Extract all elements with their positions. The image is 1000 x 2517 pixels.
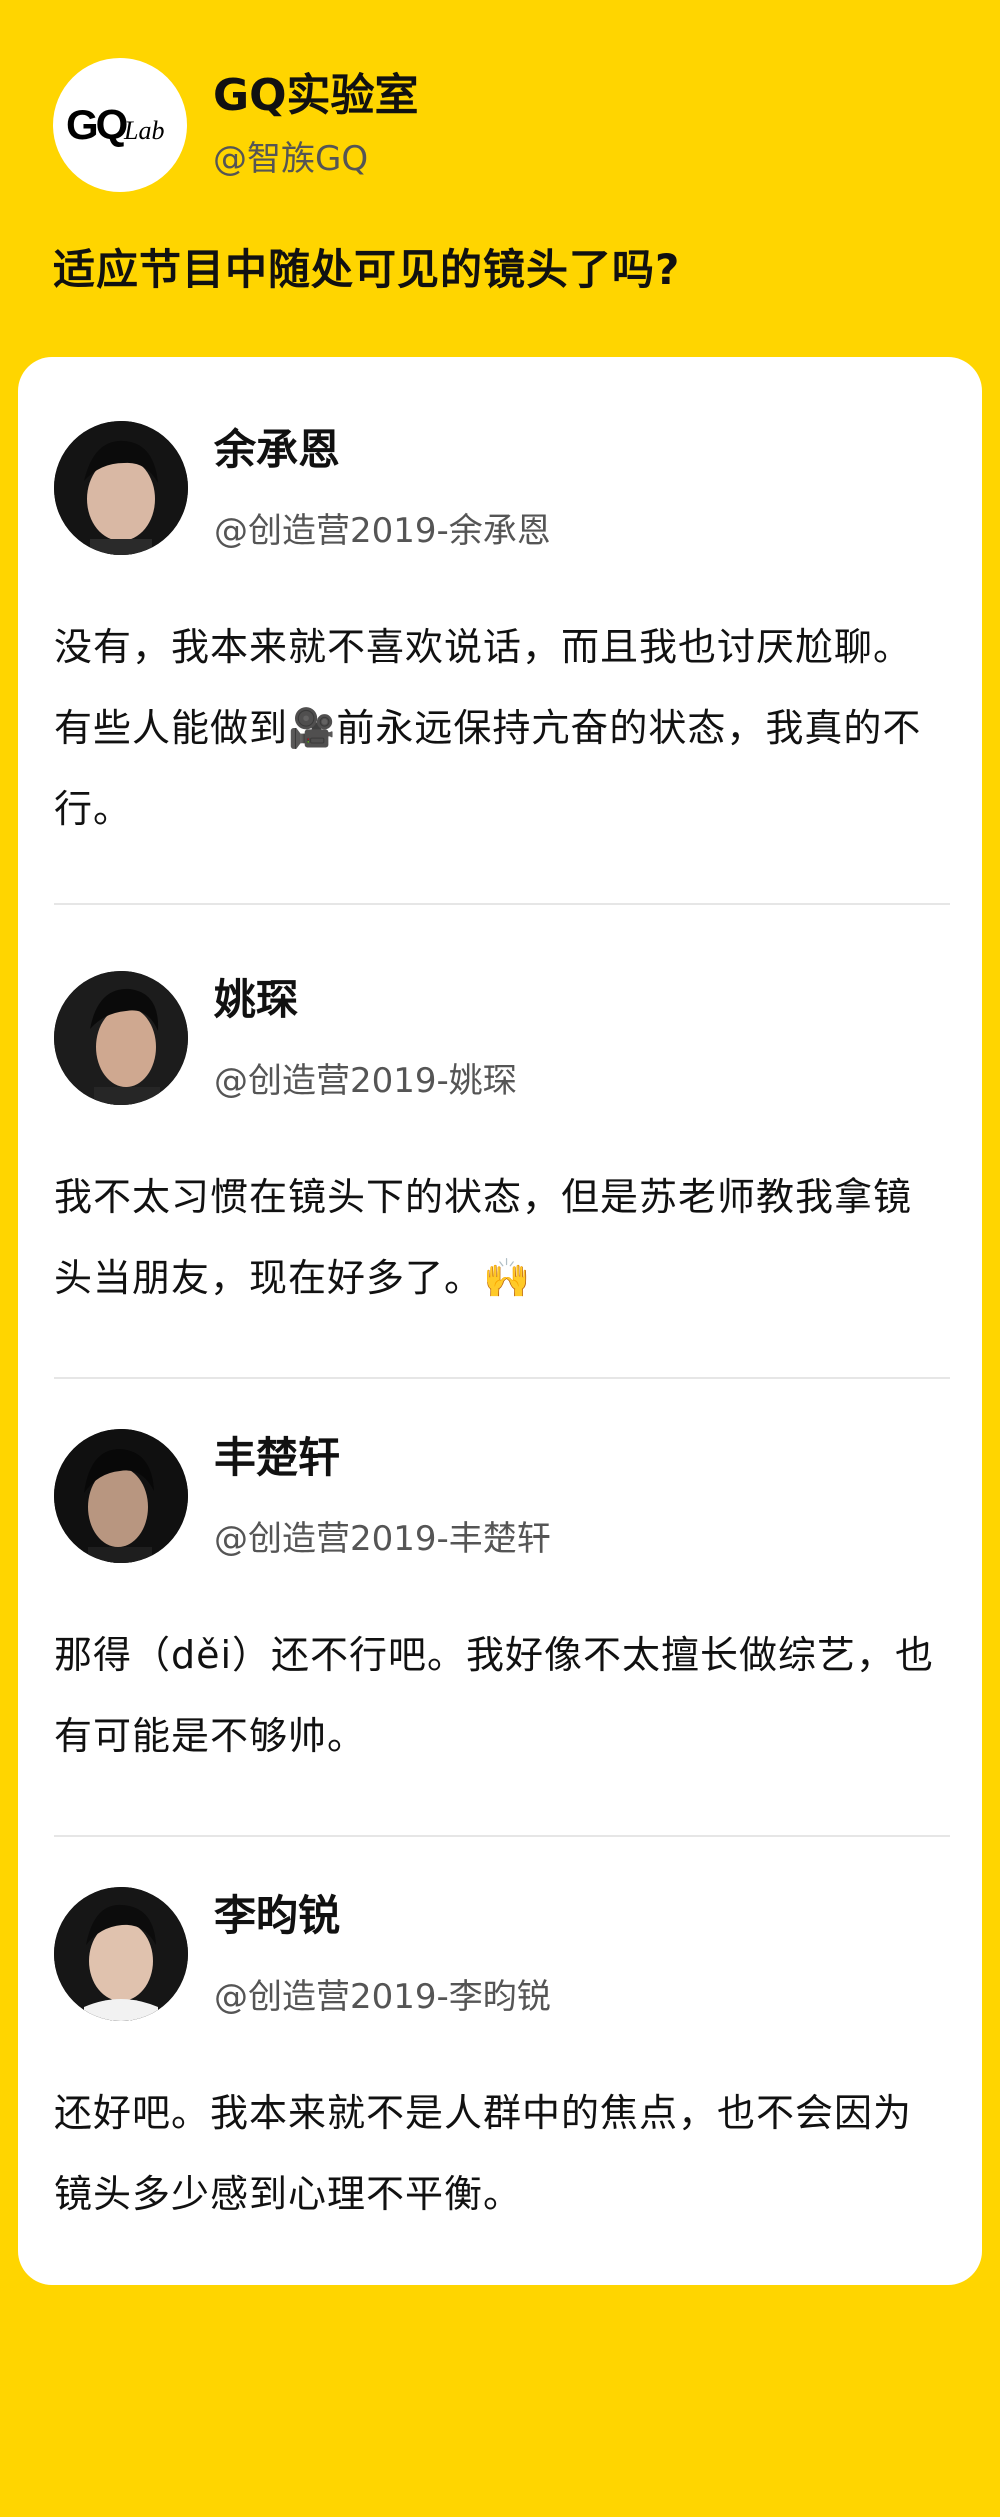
avatar[interactable] [54, 421, 188, 555]
divider [54, 903, 950, 905]
question-title: 适应节目中随处可见的镜头了吗? [53, 245, 681, 294]
answer-entry: 李昀锐 @创造营2019-李昀锐 还好吧。我本来就不是人群中的焦点，也不会因为镜… [54, 1887, 950, 2235]
author: 丰楚轩 @创造营2019-丰楚轩 [214, 1429, 551, 1560]
avatar[interactable] [54, 971, 188, 1105]
author-handle[interactable]: @创造营2019-李昀锐 [214, 1969, 551, 2018]
author-name[interactable]: 丰楚轩 [214, 1433, 551, 1483]
entry-header: 丰楚轩 @创造营2019-丰楚轩 [54, 1429, 950, 1563]
author: 余承恩 @创造营2019-余承恩 [214, 421, 551, 552]
entry-header: 李昀锐 @创造营2019-李昀锐 [54, 1887, 950, 2021]
svg-text:GQ: GQ [66, 101, 127, 148]
entry-header: 余承恩 @创造营2019-余承恩 [54, 421, 950, 555]
author-name[interactable]: 李昀锐 [214, 1891, 551, 1941]
author: 姚琛 @创造营2019-姚琛 [214, 971, 517, 1102]
answer-text: 没有，我本来就不喜欢说话，而且我也讨厌尬聊。有些人能做到🎥前永远保持亢奋的状态，… [54, 625, 922, 831]
brand-name[interactable]: GQ实验室 [213, 70, 419, 123]
avatar[interactable] [54, 1887, 188, 2021]
answer-text: 还好吧。我本来就不是人群中的焦点，也不会因为镜头多少感到心理不平衡。 [54, 2091, 913, 2216]
answers-card: 余承恩 @创造营2019-余承恩 没有，我本来就不喜欢说话，而且我也讨厌尬聊。有… [18, 357, 982, 2285]
entry-header: 姚琛 @创造营2019-姚琛 [54, 971, 950, 1105]
svg-text:Lab: Lab [123, 116, 164, 145]
answer-entry: 余承恩 @创造营2019-余承恩 没有，我本来就不喜欢说话，而且我也讨厌尬聊。有… [54, 421, 950, 850]
author-name[interactable]: 余承恩 [214, 425, 551, 475]
author-handle[interactable]: @创造营2019-丰楚轩 [214, 1511, 551, 1560]
author: 李昀锐 @创造营2019-李昀锐 [214, 1887, 551, 2018]
author-handle[interactable]: @创造营2019-姚琛 [214, 1053, 517, 1102]
header: GQ Lab GQ实验室 @智族GQ 适应节目中随处可见的镜头了吗? [53, 58, 953, 297]
divider [54, 1835, 950, 1837]
avatar[interactable] [54, 1429, 188, 1563]
gq-lab-logo[interactable]: GQ Lab [53, 58, 187, 192]
answer-text: 我不太习惯在镜头下的状态，但是苏老师教我拿镜头当朋友，现在好多了。🙌 [54, 1175, 913, 1300]
brand-handle[interactable]: @智族GQ [213, 131, 419, 180]
answer-entry: 丰楚轩 @创造营2019-丰楚轩 那得（děi）还不行吧。我好像不太擅长做综艺，… [54, 1429, 950, 1777]
author-handle[interactable]: @创造营2019-余承恩 [214, 503, 551, 552]
brand-text: GQ实验室 @智族GQ [213, 70, 419, 180]
brand-row: GQ Lab GQ实验室 @智族GQ [53, 58, 953, 192]
divider [54, 1377, 950, 1379]
answer-entry: 姚琛 @创造营2019-姚琛 我不太习惯在镜头下的状态，但是苏老师教我拿镜头当朋… [54, 971, 950, 1319]
answer-text: 那得（děi）还不行吧。我好像不太擅长做综艺，也有可能是不够帅。 [54, 1633, 935, 1758]
author-name[interactable]: 姚琛 [214, 975, 517, 1025]
